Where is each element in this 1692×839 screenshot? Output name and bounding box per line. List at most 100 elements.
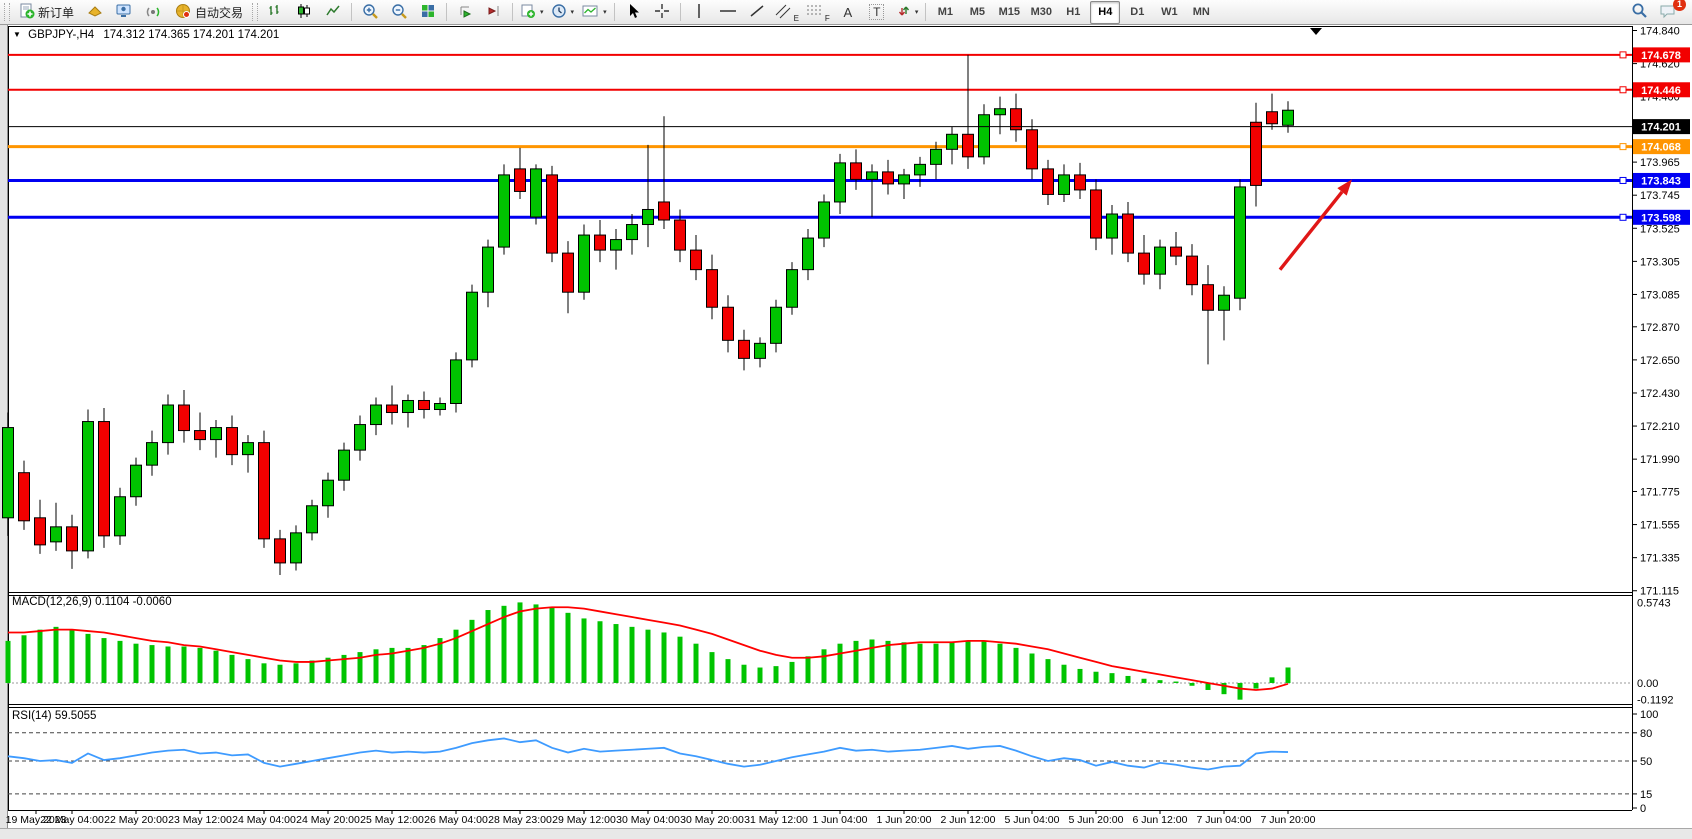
macd-histogram-bar	[1078, 669, 1083, 683]
cursor-tool-button[interactable]	[619, 1, 647, 24]
toolbar-separator	[351, 3, 352, 21]
macd-histogram-bar	[710, 652, 715, 683]
main-toolbar: 新订单 自动交易 ▾ ▾ ▾ E F A	[0, 0, 1692, 25]
chevron-down-icon: ▾	[571, 8, 575, 16]
deposit-button[interactable]	[81, 1, 109, 24]
timeframe-M1[interactable]: M1	[930, 1, 960, 24]
bear-candle	[1267, 112, 1278, 124]
price-tick-label: 171.775	[1640, 486, 1680, 498]
signal-icon	[144, 3, 162, 22]
macd-histogram-bar	[822, 649, 827, 683]
chart-window[interactable]: 174.840174.620174.400173.965173.745173.5…	[0, 25, 1692, 839]
price-tick-label: 173.745	[1640, 190, 1680, 202]
line-handle[interactable]	[1620, 144, 1626, 150]
label-tool-button[interactable]: T	[863, 1, 891, 24]
time-label: 22 May 04:00	[40, 814, 104, 826]
time-label: 25 May 12:00	[360, 814, 424, 826]
price-tick-label: 172.650	[1640, 355, 1680, 367]
line-chart-button[interactable]	[319, 1, 347, 24]
macd-histogram-bar	[278, 665, 283, 683]
macd-histogram-bar	[886, 641, 891, 683]
auto-scroll-icon	[457, 3, 473, 22]
bull-candle	[835, 163, 846, 202]
candlestick-chart-button[interactable]	[290, 1, 318, 24]
virtual-hosting-button[interactable]	[110, 1, 138, 24]
new-chart-icon	[520, 3, 536, 22]
fibonacci-tool-button[interactable]: F	[803, 1, 833, 24]
new-chart-button[interactable]: ▾	[517, 1, 547, 24]
bull-candle	[147, 443, 158, 466]
time-label: 6 Jun 12:00	[1133, 814, 1188, 826]
bear-candle	[707, 270, 718, 308]
bull-candle	[51, 527, 62, 542]
vertical-line-tool-button[interactable]	[685, 1, 713, 24]
crosshair-tool-button[interactable]	[648, 1, 676, 24]
line-handle[interactable]	[1620, 214, 1626, 220]
time-label: 23 May 12:00	[168, 814, 232, 826]
arrows-tool-button[interactable]: ▾	[892, 1, 922, 24]
macd-histogram-bar	[310, 661, 315, 683]
toolbar-separator	[680, 3, 681, 21]
timeframe-MN[interactable]: MN	[1186, 1, 1216, 24]
price-line-badge-label: 174.201	[1641, 122, 1681, 134]
macd-histogram-bar	[726, 659, 731, 683]
channel-sub-label: E	[794, 14, 799, 23]
toolbar-grip[interactable]	[4, 3, 10, 21]
bear-candle	[387, 405, 398, 413]
new-order-button[interactable]: 新订单	[13, 1, 80, 24]
time-label: 1 Jun 20:00	[877, 814, 932, 826]
horizontal-line-tool-button[interactable]	[714, 1, 742, 24]
timeframe-M15[interactable]: M15	[994, 1, 1024, 24]
macd-histogram-bar	[1270, 677, 1275, 683]
timeframe-H4[interactable]: H4	[1090, 1, 1120, 24]
chart-shift-button[interactable]	[480, 1, 508, 24]
bear-candle	[515, 169, 526, 192]
timeframe-H1[interactable]: H1	[1058, 1, 1088, 24]
bull-candle	[451, 360, 462, 404]
chart-background[interactable]	[8, 26, 1632, 803]
price-line-badge-label: 174.678	[1641, 50, 1681, 62]
search-button[interactable]	[1625, 1, 1653, 24]
auto-scroll-button[interactable]	[451, 1, 479, 24]
tile-windows-button[interactable]	[414, 1, 442, 24]
chart-canvas[interactable]: 174.840174.620174.400173.965173.745173.5…	[0, 25, 1692, 839]
time-label: 7 Jun 20:00	[1261, 814, 1316, 826]
notifications-button[interactable]: 1	[1654, 1, 1682, 24]
macd-histogram-bar	[1238, 683, 1243, 700]
line-handle[interactable]	[1620, 177, 1626, 183]
bear-candle	[563, 253, 574, 292]
macd-histogram-bar	[1174, 682, 1179, 683]
timeframe-M30[interactable]: M30	[1026, 1, 1056, 24]
time-label: 30 May 20:00	[680, 814, 744, 826]
chart-title-bar: ▼ GBPJPY-,H4 174.312 174.365 174.201 174…	[13, 29, 279, 41]
zoom-out-button[interactable]	[385, 1, 413, 24]
templates-button[interactable]: ▾	[578, 1, 610, 24]
timeframe-D1[interactable]: D1	[1122, 1, 1152, 24]
timeframe-W1[interactable]: W1	[1154, 1, 1184, 24]
bull-candle	[435, 403, 446, 409]
zoom-in-button[interactable]	[356, 1, 384, 24]
crosshair-icon	[654, 3, 670, 22]
bull-candle	[611, 240, 622, 251]
macd-histogram-bar	[1014, 648, 1019, 683]
line-handle[interactable]	[1620, 87, 1626, 93]
text-tool-button[interactable]: A	[834, 1, 862, 24]
macd-tick-label: -0.1192	[1637, 695, 1674, 707]
bar-chart-button[interactable]	[261, 1, 289, 24]
bull-candle	[323, 480, 334, 506]
signals-button[interactable]	[139, 1, 167, 24]
bear-candle	[99, 422, 110, 536]
autotrading-button[interactable]: 自动交易	[168, 1, 249, 24]
macd-histogram-bar	[294, 663, 299, 683]
bull-candle	[531, 169, 542, 217]
one-click-trading-toggle[interactable]: ▼	[13, 30, 21, 39]
price-tick-label: 172.870	[1640, 322, 1680, 334]
macd-histogram-bar	[262, 663, 267, 683]
periods-button[interactable]: ▾	[548, 1, 578, 24]
bull-candle	[371, 405, 382, 425]
trendline-tool-button[interactable]	[743, 1, 771, 24]
channel-tool-button[interactable]: E	[772, 1, 802, 24]
toolbar-grip[interactable]	[252, 3, 258, 21]
timeframe-M5[interactable]: M5	[962, 1, 992, 24]
line-handle[interactable]	[1620, 52, 1626, 58]
